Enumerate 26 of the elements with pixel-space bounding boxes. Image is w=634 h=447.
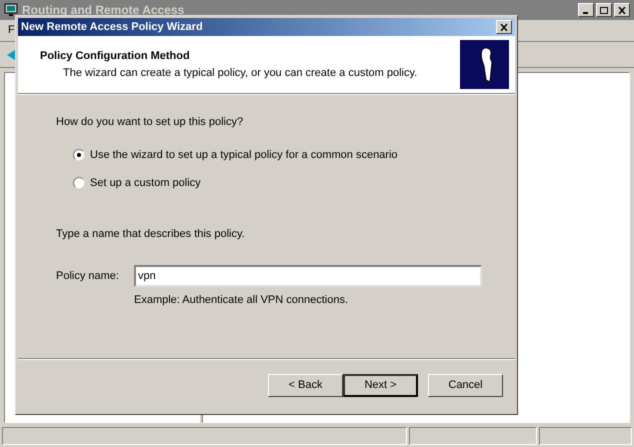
network-icon — [4, 3, 18, 17]
name-prompt: Type a name that describes this policy. — [56, 226, 246, 242]
policy-name-field[interactable]: vpn — [134, 265, 482, 287]
maximize-icon — [600, 6, 608, 14]
close-icon — [618, 6, 626, 14]
dialog-button[interactable]: Cancel — [428, 374, 503, 397]
radio-button[interactable] — [73, 177, 85, 190]
close-button[interactable] — [614, 3, 630, 17]
close-icon — [500, 24, 508, 30]
window-title: Routing and Remote Access — [22, 2, 184, 19]
menu-item[interactable]: F — [8, 22, 15, 39]
maximize-button[interactable] — [596, 3, 612, 17]
example-text: Example: Authenticate all VPN connections. — [134, 293, 350, 308]
dialog-title: New Remote Access Policy Wizard — [21, 20, 203, 35]
question-text: How do you want to set up this policy? — [56, 115, 244, 130]
dialog-button[interactable]: < Back — [268, 374, 343, 397]
page-subheading: The wizard can create a typical policy, or you can create a custom policy. — [62, 66, 418, 81]
page-heading: Policy Configuration Method — [40, 48, 191, 64]
radio-button[interactable] — [73, 148, 85, 161]
option-label[interactable]: Set up a custom policy — [90, 175, 201, 192]
dialog-button[interactable]: Next > — [343, 374, 418, 397]
field-label: Policy name: — [56, 268, 120, 284]
minimize-button[interactable] — [578, 3, 594, 17]
option-label[interactable]: Use the wizard to set up a typical policy for a common scenario — [90, 146, 398, 163]
person-icon — [460, 40, 509, 89]
close-button[interactable] — [496, 20, 512, 34]
